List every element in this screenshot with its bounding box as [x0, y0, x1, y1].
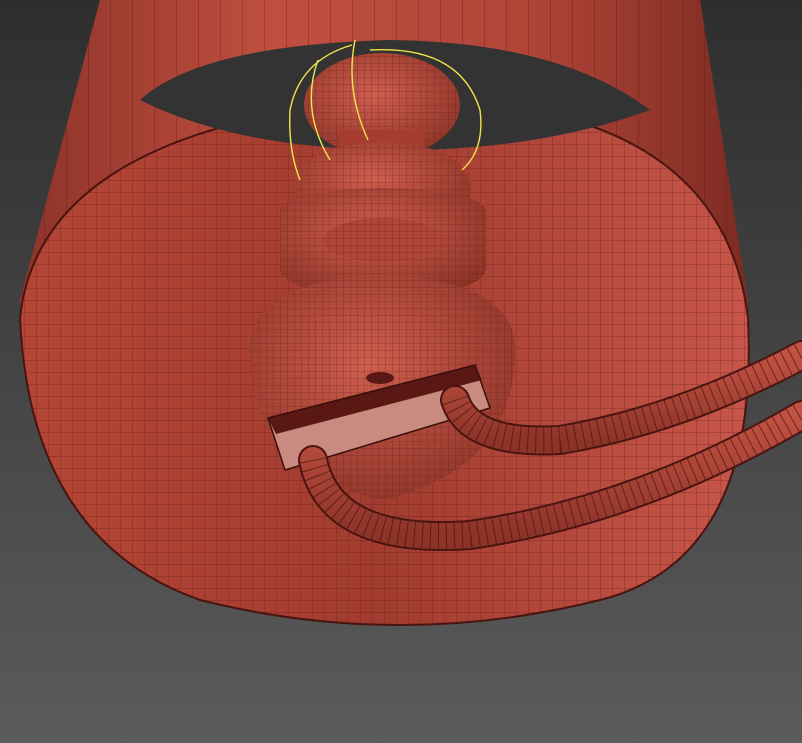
viewport-canvas[interactable]	[0, 0, 802, 743]
socket-inner-ring-wire	[323, 218, 443, 262]
socket-center-pivot	[366, 372, 394, 384]
3d-viewport[interactable]	[0, 0, 802, 743]
